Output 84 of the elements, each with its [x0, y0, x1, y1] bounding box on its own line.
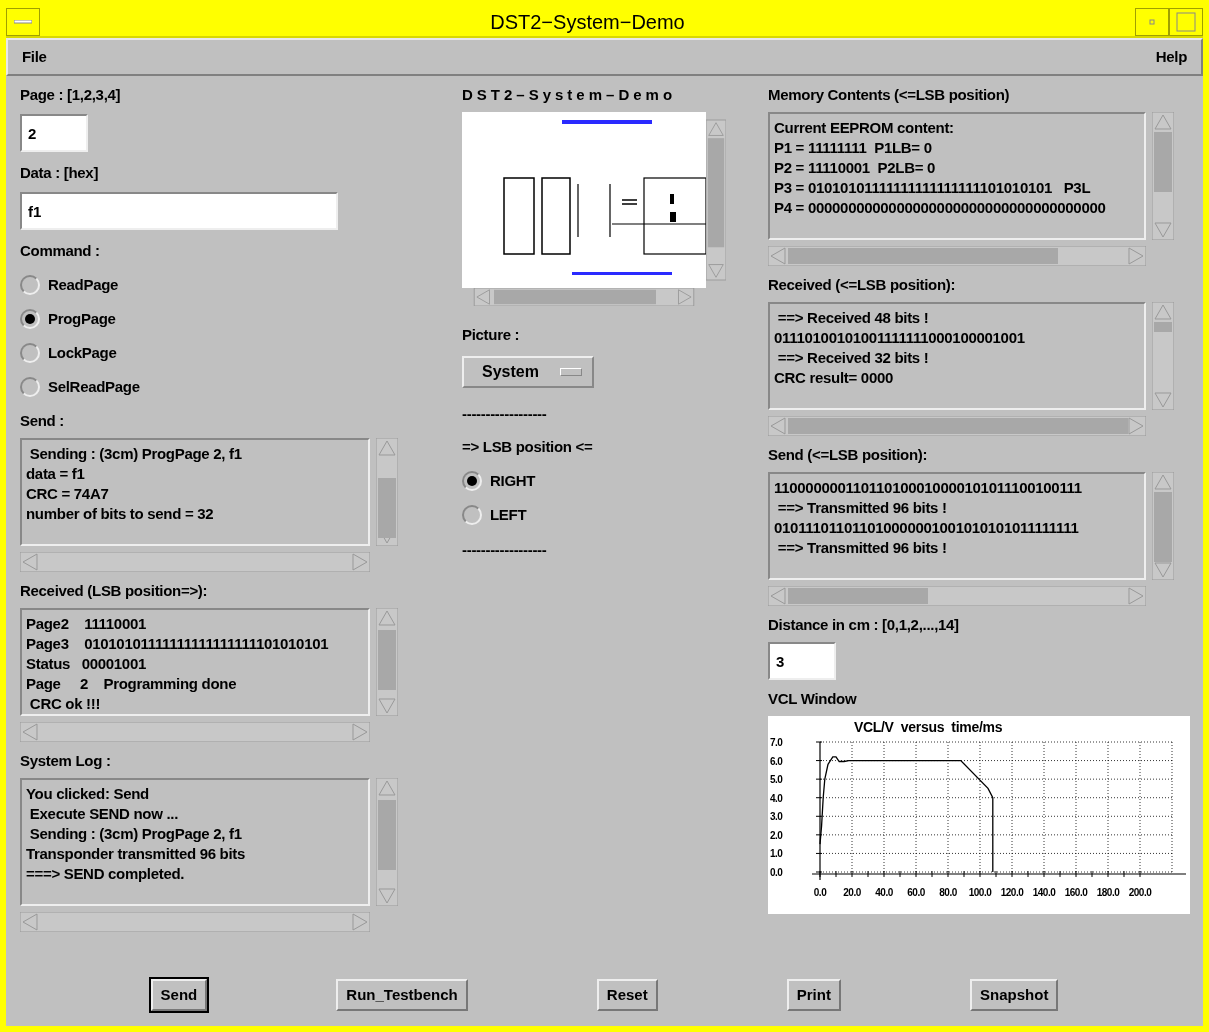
field-label: Page : [1,2,3,4] [20, 86, 122, 104]
horizontal-scrollbar[interactable] [20, 722, 370, 742]
action-button[interactable]: Snapshot [970, 978, 1059, 1012]
field-label: Distance in cm : [0,1,2,...,14] [768, 616, 960, 634]
vertical-scrollbar[interactable] [376, 778, 398, 906]
x-tick-label: 160.0 [1064, 887, 1088, 898]
data-field[interactable]: f1 [20, 192, 338, 230]
vertical-scrollbar[interactable] [706, 119, 726, 281]
send-text-area: Sending : (3cm) ProgPage 2, f1 data = f1 CRC = 74A7 number of bits to send = 32 [20, 438, 370, 546]
y-tick-label: 5.0 [770, 774, 783, 786]
vertical-scrollbar[interactable] [376, 438, 398, 546]
window-menu-icon[interactable] [14, 20, 32, 24]
radio-label[interactable]: ReadPage [48, 273, 119, 297]
section-label: VCL Window [768, 690, 858, 708]
vertical-scrollbar[interactable] [1152, 472, 1174, 580]
radio-button[interactable] [462, 471, 482, 491]
action-button[interactable]: Run_Testbench [336, 978, 468, 1012]
y-tick-label: 0.0 [770, 867, 783, 878]
field-label: Data : [hex] [20, 164, 100, 182]
x-tick-label: 40.0 [875, 887, 893, 898]
vertical-scrollbar[interactable] [1152, 112, 1174, 240]
y-tick-label: 1.0 [770, 848, 783, 860]
memory-text-area: Current EEPROM content: P1 = 11111111 P1LB= 0 P2 = 11110001 P2LB= 0 P3 = 01010101111111111111111101010101 P3L P4 = 0000000000000000000000000000000000000 [768, 112, 1146, 240]
x-tick-label: 200.0 [1128, 887, 1152, 898]
radio-button[interactable] [20, 343, 40, 363]
dropdown-indicator-icon [560, 368, 582, 376]
vertical-scrollbar[interactable] [376, 608, 398, 716]
field-label: Picture : [462, 326, 521, 344]
action-button[interactable]: Print [786, 978, 841, 1012]
system-log-text-area: You clicked: Send Execute SEND now ... Sending : (3cm) ProgPage 2, f1 Transponder transmitted 96 bits ===> SEND completed. [20, 778, 370, 906]
section-label: Received (LSB position=>): [20, 582, 209, 600]
horizontal-scrollbar[interactable] [768, 586, 1146, 606]
radio-label[interactable]: SelReadPage [48, 375, 140, 399]
y-tick-label: 3.0 [770, 811, 783, 823]
menu-item[interactable]: File [22, 45, 47, 69]
x-tick-label: 80.0 [939, 887, 957, 898]
radio-label[interactable]: LEFT [490, 503, 527, 527]
x-tick-label: 0.0 [813, 887, 827, 898]
received-text-area: ==> Received 48 bits ! 01110100101001111111000100001001 ==> Received 32 bits ! CRC result= 0000 [768, 302, 1146, 410]
radio-button[interactable] [20, 275, 40, 295]
y-tick-label: 6.0 [770, 755, 783, 767]
section-label: System Log : [20, 752, 112, 770]
y-tick-label: 4.0 [770, 792, 783, 804]
action-button[interactable]: Reset [596, 978, 658, 1012]
received-text-area: Page2 11110001 Page3 01010101111111111111111101010101 Status 00001001 Page 2 Programming done CRC ok !!! [20, 608, 370, 716]
horizontal-scrollbar[interactable] [20, 912, 370, 932]
section-label: Send (<=LSB position): [768, 446, 929, 464]
radio-label[interactable]: ProgPage [48, 307, 116, 331]
horizontal-scrollbar[interactable] [473, 288, 695, 306]
x-tick-label: 140.0 [1032, 887, 1056, 898]
vertical-scrollbar[interactable] [1152, 302, 1174, 410]
separator-text: ------------------ [462, 404, 548, 424]
window-title: DST2−System−Demo [489, 10, 686, 35]
x-tick-label: 60.0 [907, 887, 925, 898]
field-label: => LSB position <= [462, 438, 594, 456]
panel-title: DST2–System–Demo [462, 86, 678, 104]
section-label: Received (<=LSB position): [768, 276, 957, 294]
separator-text: ------------------ [462, 540, 548, 560]
y-tick-label: 2.0 [770, 829, 783, 841]
chart-title: VCL/V versus time/ms [853, 719, 1003, 735]
x-tick-label: 100.0 [968, 887, 992, 898]
page-field[interactable]: 2 [20, 114, 88, 152]
distance-field[interactable]: 3 [768, 642, 836, 680]
y-tick-label: 7.0 [770, 737, 783, 748]
radio-label[interactable]: RIGHT [490, 469, 536, 493]
horizontal-scrollbar[interactable] [768, 246, 1146, 266]
section-label: Memory Contents (<=LSB position) [768, 86, 1011, 104]
radio-button[interactable] [20, 309, 40, 329]
minimize-icon[interactable] [1149, 19, 1155, 25]
section-label: Send : [20, 412, 66, 430]
menu-item[interactable]: Help [1155, 45, 1187, 69]
radio-button[interactable] [20, 377, 40, 397]
send-text-area: 110000000110110100010000101011100100111 ==> Transmitted 96 bits ! 010111011011010000001001010101011111111 ==> Transmitted 96 bits ! [768, 472, 1146, 580]
x-tick-label: 120.0 [1000, 887, 1024, 898]
x-tick-label: 180.0 [1096, 887, 1120, 898]
picture-dropdown[interactable]: System [462, 356, 594, 388]
action-button[interactable]: Send [150, 978, 208, 1012]
radio-button[interactable] [462, 505, 482, 525]
maximize-icon[interactable] [1176, 12, 1196, 32]
x-tick-label: 20.0 [843, 887, 861, 898]
horizontal-scrollbar[interactable] [768, 416, 1146, 436]
radio-label[interactable]: LockPage [48, 341, 117, 365]
horizontal-scrollbar[interactable] [20, 552, 370, 572]
field-label: Command : [20, 242, 101, 260]
